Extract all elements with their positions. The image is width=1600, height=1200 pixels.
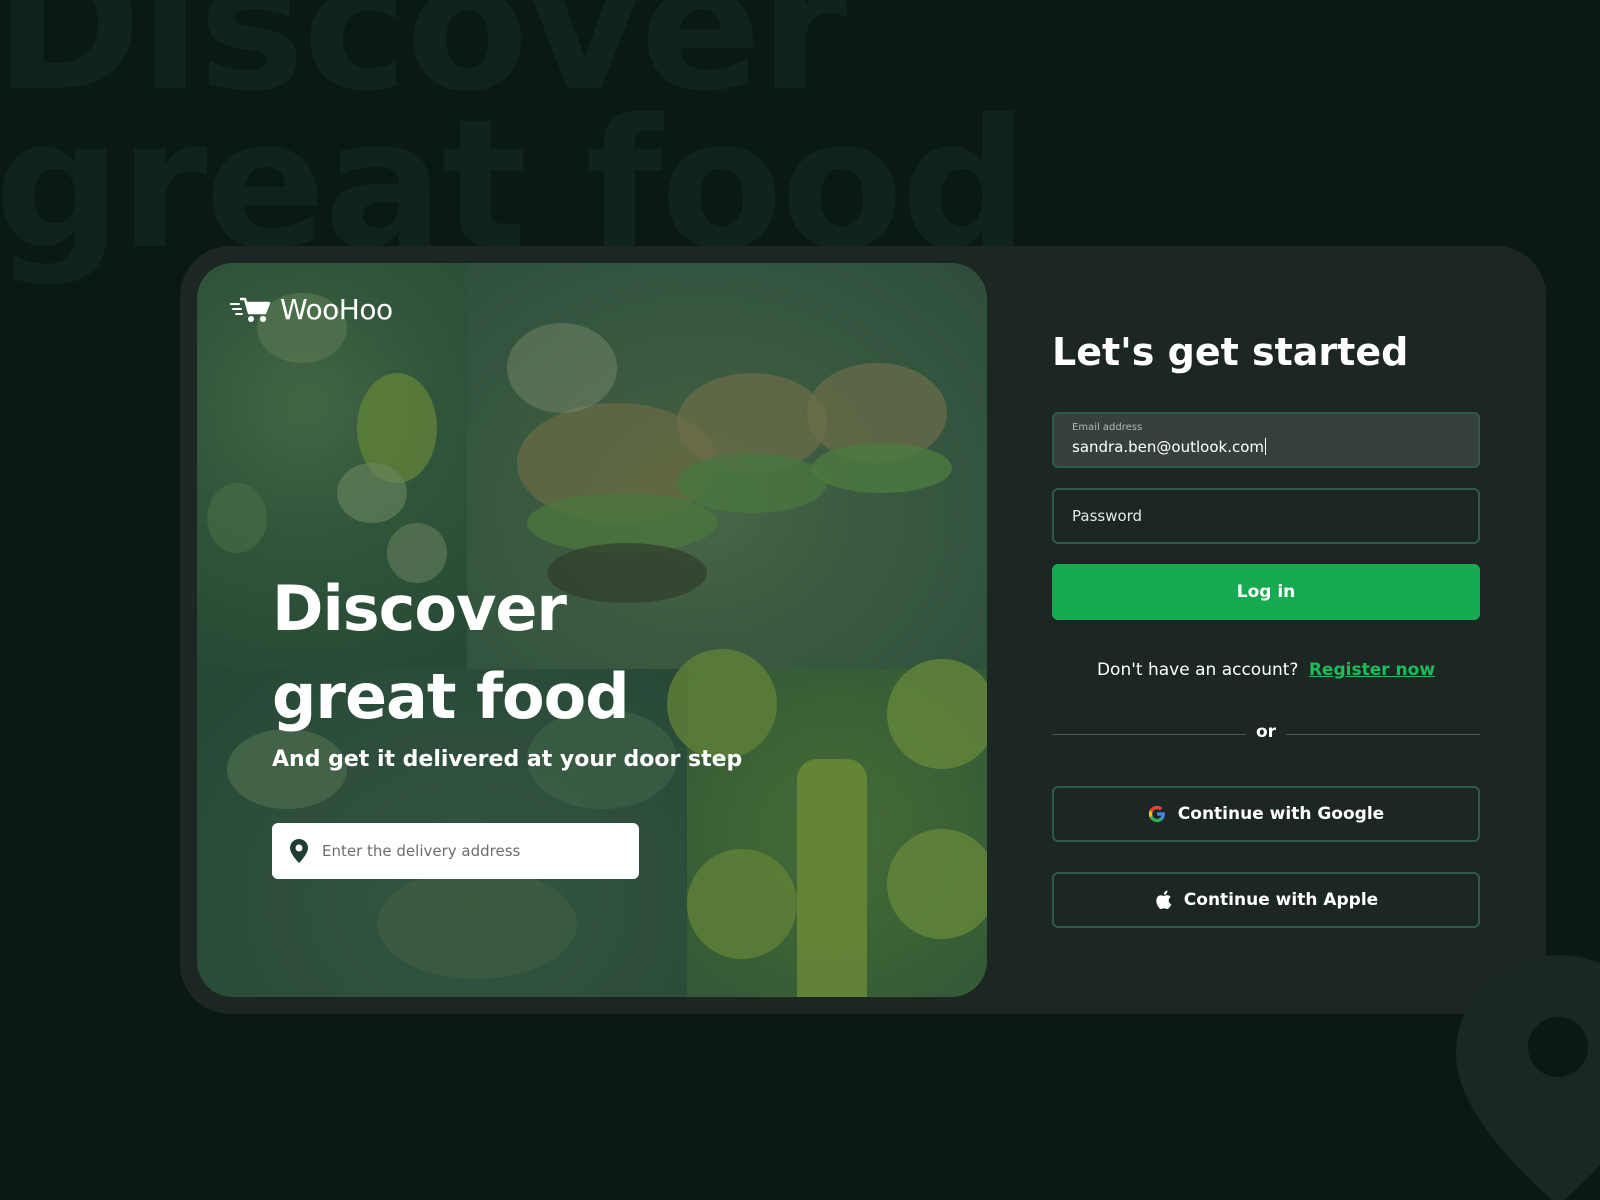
apple-button-label: Continue with Apple <box>1183 890 1379 910</box>
watermark-line-2: great food <box>0 81 1029 288</box>
divider-line-right <box>1286 734 1480 735</box>
hero-subheadline: And get it delivered at your door step <box>272 747 743 772</box>
continue-with-google-button[interactable]: Continue with Google <box>1052 786 1480 842</box>
or-divider: or <box>1052 720 1480 750</box>
delivery-address-field[interactable] <box>272 823 639 879</box>
brand-logo[interactable]: WooHoo <box>230 293 393 326</box>
password-field[interactable] <box>1052 488 1480 544</box>
google-icon <box>1148 805 1165 823</box>
divider-text: or <box>1255 722 1277 742</box>
location-pin-icon <box>290 839 308 863</box>
login-page: Discover great food WooHoo Discover grea… <box>0 0 1600 1200</box>
email-label: Email address <box>1072 422 1143 433</box>
register-prompt: Don't have an account? <box>1096 660 1299 680</box>
headline-line-1: Discover <box>272 572 567 645</box>
hero-panel: WooHoo Discover great food And get it de… <box>197 263 987 997</box>
cart-icon <box>230 297 271 322</box>
text-caret <box>1265 438 1266 455</box>
continue-with-apple-button[interactable]: Continue with Apple <box>1052 872 1480 928</box>
email-value: sandra.ben@outlook.com <box>1072 438 1264 456</box>
background-watermark-text: Discover great food <box>0 0 1029 288</box>
brand-name: WooHoo <box>280 293 393 326</box>
hero-headline: Discover great food <box>272 565 630 741</box>
login-title: Let's get started <box>1052 330 1409 374</box>
email-field[interactable]: Email address sandra.ben@outlook.com <box>1052 412 1480 468</box>
apple-icon <box>1156 890 1172 910</box>
headline-line-2: great food <box>272 660 630 733</box>
register-prompt-line: Don't have an account? Register now <box>1052 660 1480 680</box>
background-location-pin-icon <box>1456 955 1600 1200</box>
google-button-label: Continue with Google <box>1177 804 1385 824</box>
email-value-wrap[interactable]: sandra.ben@outlook.com <box>1072 438 1266 456</box>
login-button[interactable]: Log in <box>1052 564 1480 620</box>
delivery-address-input[interactable] <box>322 842 622 860</box>
password-input[interactable] <box>1072 490 1462 542</box>
register-now-link[interactable]: Register now <box>1309 660 1435 680</box>
